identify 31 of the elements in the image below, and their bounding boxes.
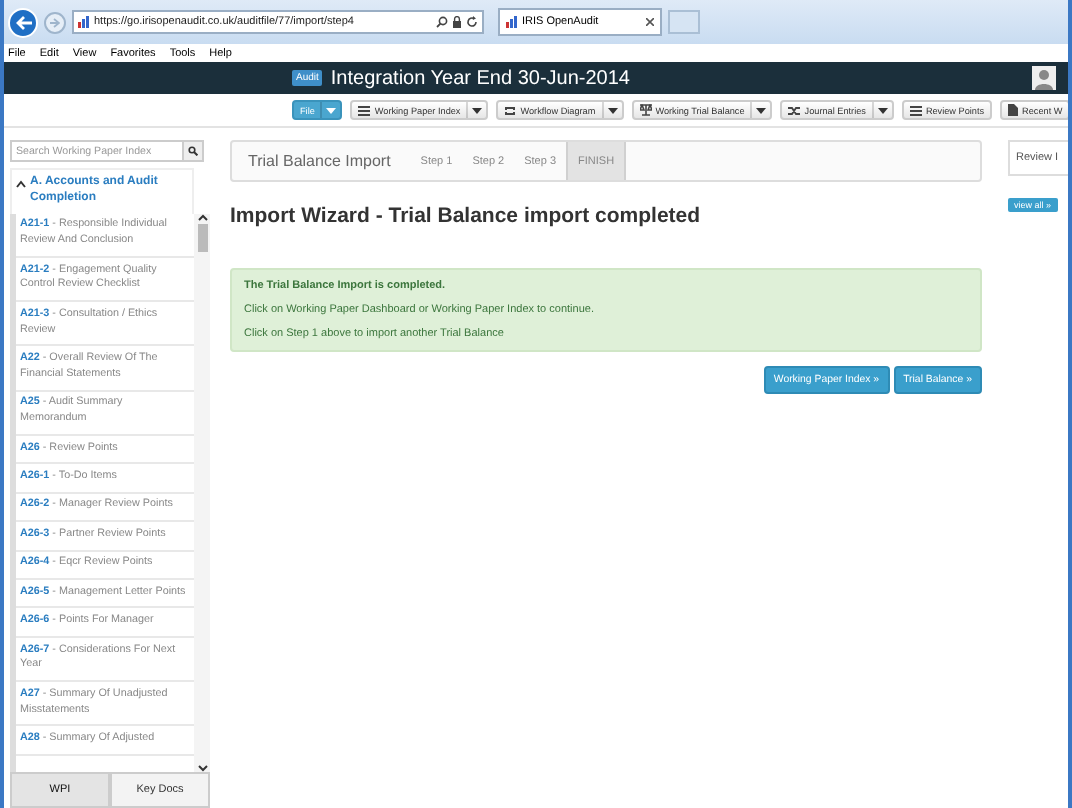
chevron-down-icon[interactable]	[197, 764, 207, 772]
arrow-right-icon	[50, 17, 60, 27]
close-icon[interactable]	[646, 18, 654, 26]
user-avatar-icon[interactable]	[1032, 66, 1056, 90]
scale-icon	[639, 104, 652, 116]
search-icon[interactable]	[436, 16, 448, 28]
lock-icon	[452, 16, 462, 28]
scrollbar-thumb[interactable]	[197, 223, 207, 252]
cycle-icon	[504, 105, 517, 115]
shuffle-icon	[788, 105, 801, 115]
caret-icon	[472, 107, 483, 113]
chevron-up-icon[interactable]	[197, 213, 207, 222]
list-icon	[358, 105, 371, 115]
page-heading: Import Wizard - Trial Balance import completed	[230, 204, 703, 228]
document-icon	[1008, 104, 1019, 116]
site-icon	[78, 16, 90, 28]
arrow-left-icon	[15, 15, 31, 29]
engagement-title: Integration Year End 30-Jun-2014	[330, 67, 630, 89]
search-button[interactable]	[184, 140, 204, 162]
caret-icon	[326, 107, 337, 113]
chevron-up-icon	[16, 180, 26, 188]
caret-icon	[607, 107, 618, 113]
caret-icon	[756, 107, 767, 113]
search-icon	[188, 146, 198, 156]
caret-icon	[877, 107, 888, 113]
wizard-title: Trial Balance Import	[246, 150, 393, 174]
site-icon	[506, 16, 518, 28]
back-button[interactable]	[8, 7, 38, 37]
list-icon	[909, 105, 922, 115]
refresh-icon[interactable]	[466, 16, 478, 28]
scrollbar[interactable]	[194, 213, 210, 772]
